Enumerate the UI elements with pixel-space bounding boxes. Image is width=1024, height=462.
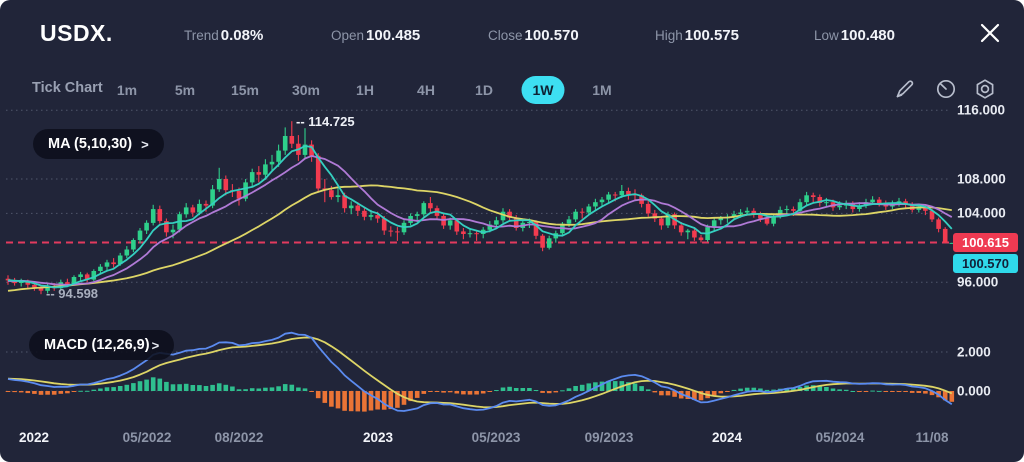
ma-indicator-pill[interactable]: MA (5,10,30) > (33, 129, 164, 159)
stat-close-label: Close (488, 28, 523, 43)
time-axis-label: 05/2023 (471, 430, 521, 445)
settings-icon[interactable] (971, 75, 999, 103)
chart-window: USDX. Trend 0.08% Open 100.485 Close 100… (0, 0, 1024, 462)
stat-trend: Trend 0.08% (184, 27, 263, 44)
time-axis-label: 05/2022 (122, 430, 172, 445)
price-axis-label: 116.000 (957, 102, 1006, 118)
stat-low-label: Low (814, 28, 839, 43)
timeframe-30m[interactable]: 30m (281, 76, 331, 104)
macd-axis-label: 0.000 (957, 383, 991, 399)
time-axis-label: 05/2024 (815, 430, 865, 445)
stat-trend-label: Trend (184, 28, 219, 43)
stat-close: Close 100.570 (488, 27, 579, 44)
close-icon[interactable] (974, 18, 1006, 50)
time-axis-label: 11/08 (915, 430, 949, 445)
timeframe-5m[interactable]: 5m (164, 76, 206, 104)
candlestick-macd-chart[interactable] (0, 0, 1024, 462)
time-axis-label: 09/2023 (584, 430, 634, 445)
draw-icon[interactable] (891, 75, 919, 103)
stat-high-label: High (655, 28, 683, 43)
high-annotation: -- 114.725 (296, 114, 355, 129)
stat-low: Low 100.480 (814, 27, 895, 44)
time-axis-label: 2022 (18, 430, 50, 445)
timeframe-15m[interactable]: 15m (220, 76, 270, 104)
macd-indicator-label: MACD (12,26,9) (44, 337, 150, 353)
last-close-badge: 100.570 (953, 254, 1018, 273)
timeframe-1m[interactable]: 1m (106, 76, 148, 104)
symbol-title: USDX. (40, 20, 113, 46)
tick-chart-button[interactable]: Tick Chart (32, 80, 103, 96)
stat-open-value: 100.485 (366, 27, 421, 44)
price-axis-label: 108.000 (957, 171, 1006, 187)
time-axis-label: 2024 (711, 430, 743, 445)
price-axis-label: 96.000 (957, 274, 999, 290)
time-axis-label: 08/2022 (214, 430, 264, 445)
timeframe-1m[interactable]: 1M (581, 76, 622, 104)
macd-axis-label: 2.000 (957, 344, 991, 360)
stat-open: Open 100.485 (331, 27, 420, 44)
timeframe-1w[interactable]: 1W (521, 76, 565, 104)
chevron-right-icon: > (141, 136, 149, 152)
history-icon[interactable] (932, 75, 960, 103)
stat-high-value: 100.575 (684, 27, 739, 44)
timeframe-1h[interactable]: 1H (345, 76, 385, 104)
timeframe-1d[interactable]: 1D (464, 76, 504, 104)
time-axis-label: 2023 (362, 430, 394, 445)
low-annotation: -- 94.598 (46, 286, 99, 301)
stat-close-value: 100.570 (524, 27, 579, 44)
price-axis-label: 104.000 (957, 205, 1006, 221)
stat-high: High 100.575 (655, 27, 739, 44)
macd-indicator-pill[interactable]: MACD (12,26,9) > (29, 330, 175, 360)
chevron-right-icon: > (151, 337, 160, 353)
timeframe-4h[interactable]: 4H (406, 76, 446, 104)
stat-low-value: 100.480 (840, 27, 895, 44)
stat-trend-value: 0.08% (220, 27, 264, 44)
price-line-badge: 100.615 (953, 233, 1018, 252)
stat-open-label: Open (331, 28, 365, 43)
ma-indicator-label: MA (5,10,30) (48, 136, 133, 152)
